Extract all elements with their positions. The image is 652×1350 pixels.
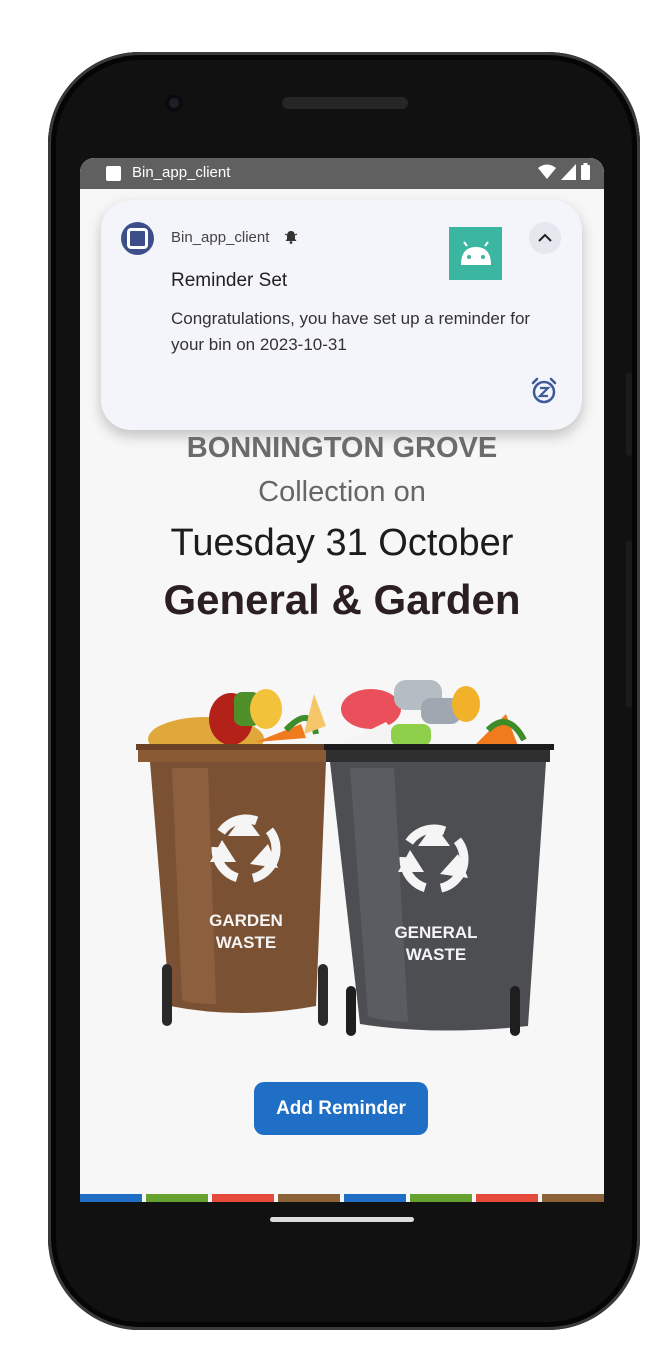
app-icon [121, 222, 154, 255]
street-name: BONNINGTON GROVE [186, 432, 498, 464]
app-screen: Bin_app_client Bin_app_client Reminder S… [80, 158, 604, 1202]
reminder-notification[interactable]: Bin_app_client Reminder Set Congratulati… [101, 200, 582, 430]
status-bar: Bin_app_client [80, 158, 604, 189]
stripe-segment [410, 1194, 472, 1202]
status-icons [538, 163, 590, 180]
bin-type: General & Garden [163, 576, 521, 623]
add-reminder-button[interactable]: Add Reminder [254, 1082, 428, 1135]
earpiece-speaker [282, 97, 408, 109]
notification-body: Congratulations, you have set up a remin… [171, 309, 531, 354]
stripe-segment [476, 1194, 538, 1202]
garden-waste-bin: GARDEN WASTE [136, 744, 328, 1026]
status-app-title: Bin_app_client [132, 164, 231, 181]
stripe-segment [80, 1194, 142, 1202]
general-bin-label-line1: GENERAL [394, 923, 477, 942]
notification-title: Reminder Set [171, 270, 288, 291]
signal-icon [561, 163, 576, 180]
collection-label: Collection on [258, 476, 426, 508]
bins-illustration: GARDEN WASTE GENERAL WASTE [136, 680, 554, 1036]
general-waste-bin: GENERAL WASTE [324, 744, 554, 1036]
stripe-segment [344, 1194, 406, 1202]
collection-date: Tuesday 31 October [170, 522, 514, 564]
garden-bin-label-line1: GARDEN [209, 911, 283, 930]
app-status-icon [106, 166, 121, 181]
front-camera [165, 94, 183, 112]
general-bin-label-line2: WASTE [406, 945, 466, 964]
garden-bin-label-line2: WASTE [216, 933, 276, 952]
alert-bell-icon [284, 231, 298, 244]
color-stripe [80, 1194, 604, 1202]
power-button [626, 372, 632, 456]
volume-button [626, 540, 632, 708]
collapse-chevron-icon[interactable] [529, 222, 561, 254]
stripe-segment [146, 1194, 208, 1202]
stripe-segment [212, 1194, 274, 1202]
stripe-segment [278, 1194, 340, 1202]
wifi-icon [538, 164, 556, 179]
android-large-icon [449, 227, 502, 280]
snooze-icon[interactable] [530, 377, 558, 405]
home-indicator[interactable] [270, 1217, 414, 1222]
notification-app-name: Bin_app_client [171, 229, 270, 246]
stripe-segment [542, 1194, 604, 1202]
battery-icon [581, 163, 590, 180]
